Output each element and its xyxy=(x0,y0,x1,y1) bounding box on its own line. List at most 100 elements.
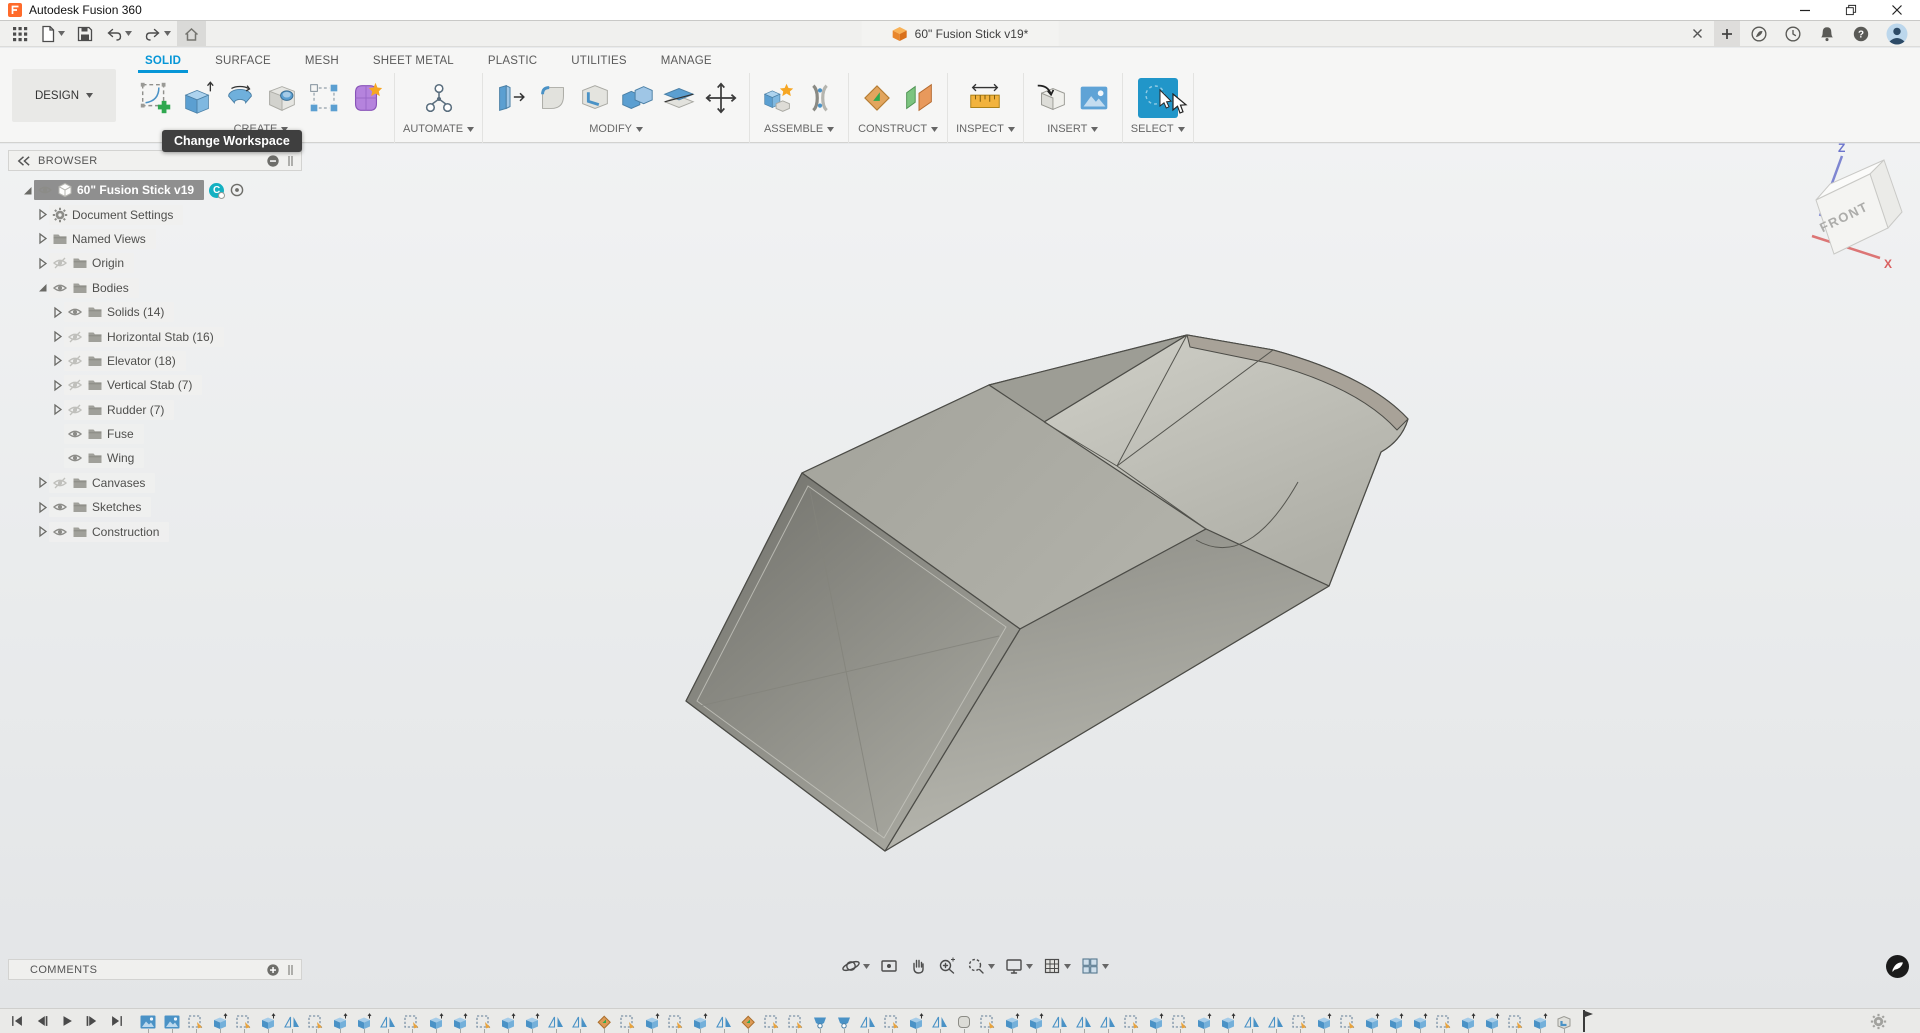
display-settings-icon[interactable] xyxy=(1001,956,1036,976)
timeline-feature-mirror-48[interactable] xyxy=(1267,1009,1291,1033)
visibility-eye-icon[interactable] xyxy=(52,499,68,515)
comments-header[interactable]: COMMENTS xyxy=(8,959,302,980)
home-button[interactable] xyxy=(177,21,206,46)
ribbon-tab-utilities[interactable]: UTILITIES xyxy=(554,48,643,73)
ribbon-tab-plastic[interactable]: PLASTIC xyxy=(471,48,554,73)
move-button[interactable] xyxy=(701,78,741,118)
timeline-feature-sketch-27[interactable] xyxy=(763,1009,787,1033)
timeline-feature-extrude-59[interactable] xyxy=(1531,1009,1555,1033)
timeline-feature-extrude-52[interactable] xyxy=(1363,1009,1387,1033)
timeline-feature-plane-26[interactable] xyxy=(739,1009,763,1033)
timeline-feature-extrude-57[interactable] xyxy=(1483,1009,1507,1033)
orbit-icon[interactable] xyxy=(838,956,873,976)
timeline-feature-sketch-21[interactable] xyxy=(619,1009,643,1033)
tree-collapsed-arrow-icon[interactable] xyxy=(35,500,49,514)
timeline-feature-extrude-46[interactable] xyxy=(1219,1009,1243,1033)
tree-item-solids-14[interactable]: Solids (14) xyxy=(8,300,302,324)
timeline-feature-extrude-6[interactable] xyxy=(259,1009,283,1033)
timeline-play-button[interactable] xyxy=(54,1009,79,1033)
timeline-feature-extrude-50[interactable] xyxy=(1315,1009,1339,1033)
timeline-feature-extrude-4[interactable] xyxy=(211,1009,235,1033)
tree-item-bodies[interactable]: Bodies xyxy=(8,276,302,300)
tree-item-wing[interactable]: Wing xyxy=(8,446,302,470)
timeline-feature-sketch-36[interactable] xyxy=(979,1009,1003,1033)
split-button[interactable] xyxy=(659,78,699,118)
timeline-feature-mirror-31[interactable] xyxy=(859,1009,883,1033)
ribbon-tab-surface[interactable]: SURFACE xyxy=(198,48,288,73)
ribbon-tab-sheet-metal[interactable]: SHEET METAL xyxy=(356,48,471,73)
timeline-feature-mirror-18[interactable] xyxy=(547,1009,571,1033)
timeline-feature-extrude-56[interactable] xyxy=(1459,1009,1483,1033)
timeline-feature-mirror-7[interactable] xyxy=(283,1009,307,1033)
save-button[interactable] xyxy=(71,21,99,46)
browser-header[interactable]: BROWSER xyxy=(8,150,302,171)
timeline-feature-sketch-42[interactable] xyxy=(1123,1009,1147,1033)
timeline-feature-sketch-15[interactable] xyxy=(475,1009,499,1033)
ribbon-group-label-select[interactable]: SELECT xyxy=(1131,123,1185,135)
tree-expanded-arrow-icon[interactable] xyxy=(20,183,34,197)
timeline-feature-sketch-58[interactable] xyxy=(1507,1009,1531,1033)
grid-settings-icon[interactable] xyxy=(1039,956,1074,976)
cloud-status-badge[interactable]: C xyxy=(209,183,224,198)
create-sketch-button[interactable] xyxy=(136,78,176,118)
timeline-feature-revolve-30[interactable] xyxy=(835,1009,859,1033)
hole-button[interactable] xyxy=(262,78,302,118)
tree-collapsed-arrow-icon[interactable] xyxy=(35,525,49,539)
tree-item-named-views[interactable]: Named Views xyxy=(8,227,302,251)
timeline-feature-mirror-41[interactable] xyxy=(1099,1009,1123,1033)
timeline-feature-plane-20[interactable] xyxy=(595,1009,619,1033)
timeline-feature-extrude-33[interactable] xyxy=(907,1009,931,1033)
timeline-feature-canvas-2[interactable] xyxy=(163,1009,187,1033)
visibility-eye-icon[interactable] xyxy=(67,450,83,466)
tree-collapsed-arrow-icon[interactable] xyxy=(35,476,49,490)
file-menu-button[interactable] xyxy=(34,21,71,46)
tree-item-horizontal-stab-16[interactable]: Horizontal Stab (16) xyxy=(8,324,302,348)
timeline-feature-revolve-29[interactable] xyxy=(811,1009,835,1033)
timeline-feature-sketch-55[interactable] xyxy=(1435,1009,1459,1033)
visibility-eye-off-icon[interactable] xyxy=(52,475,68,491)
timeline-settings-gear-icon[interactable] xyxy=(1870,1013,1887,1030)
timeline-feature-extrude-13[interactable] xyxy=(427,1009,451,1033)
tree-expanded-arrow-icon[interactable] xyxy=(35,281,49,295)
tree-item-sketches[interactable]: Sketches xyxy=(8,495,302,519)
timeline-feature-mirror-47[interactable] xyxy=(1243,1009,1267,1033)
visibility-eye-off-icon[interactable] xyxy=(67,402,83,418)
tree-collapsed-arrow-icon[interactable] xyxy=(35,232,49,246)
timeline-feature-shell-60[interactable] xyxy=(1555,1009,1579,1033)
pan-icon[interactable] xyxy=(905,956,931,976)
new-component-button[interactable] xyxy=(758,78,798,118)
profile-button[interactable] xyxy=(1880,21,1914,46)
ribbon-group-label-insert[interactable]: INSERT xyxy=(1047,123,1098,135)
tree-collapsed-arrow-icon[interactable] xyxy=(50,378,64,392)
automate-button[interactable] xyxy=(419,78,459,118)
undo-button[interactable] xyxy=(99,21,138,46)
timeline-feature-sketch-12[interactable] xyxy=(403,1009,427,1033)
timeline-feature-mirror-11[interactable] xyxy=(379,1009,403,1033)
timeline-feature-extrude-37[interactable] xyxy=(1003,1009,1027,1033)
tree-collapsed-arrow-icon[interactable] xyxy=(35,208,49,222)
workspace-selector-button[interactable]: DESIGN xyxy=(12,69,116,122)
visibility-eye-off-icon[interactable] xyxy=(67,329,83,345)
shell-button[interactable] xyxy=(575,78,615,118)
timeline-feature-extrude-54[interactable] xyxy=(1411,1009,1435,1033)
collapse-panel-icon[interactable] xyxy=(16,155,31,167)
help-button[interactable]: ? xyxy=(1846,21,1876,46)
timeline-feature-extrude-16[interactable] xyxy=(499,1009,523,1033)
insert-derive-button[interactable] xyxy=(1032,78,1072,118)
tree-collapsed-arrow-icon[interactable] xyxy=(50,305,64,319)
timeline-feature-extrude-14[interactable] xyxy=(451,1009,475,1033)
timeline-feature-extrude-53[interactable] xyxy=(1387,1009,1411,1033)
ribbon-group-label-construct[interactable]: CONSTRUCT xyxy=(858,123,938,135)
ribbon-group-label-modify[interactable]: MODIFY xyxy=(589,123,643,135)
document-tab[interactable]: 60" Fusion Stick v19* xyxy=(862,21,1059,46)
app-launcher-button[interactable] xyxy=(6,21,34,46)
activate-component-target-icon[interactable] xyxy=(229,182,245,198)
timeline-feature-sketch-44[interactable] xyxy=(1171,1009,1195,1033)
timeline-feature-mirror-39[interactable] xyxy=(1051,1009,1075,1033)
fit-icon[interactable] xyxy=(963,956,998,976)
visibility-eye-off-icon[interactable] xyxy=(67,377,83,393)
ribbon-tab-mesh[interactable]: MESH xyxy=(288,48,356,73)
panel-grip-icon[interactable] xyxy=(287,155,294,167)
timeline-skip-end-button[interactable] xyxy=(104,1009,129,1033)
press-pull-button[interactable] xyxy=(491,78,531,118)
